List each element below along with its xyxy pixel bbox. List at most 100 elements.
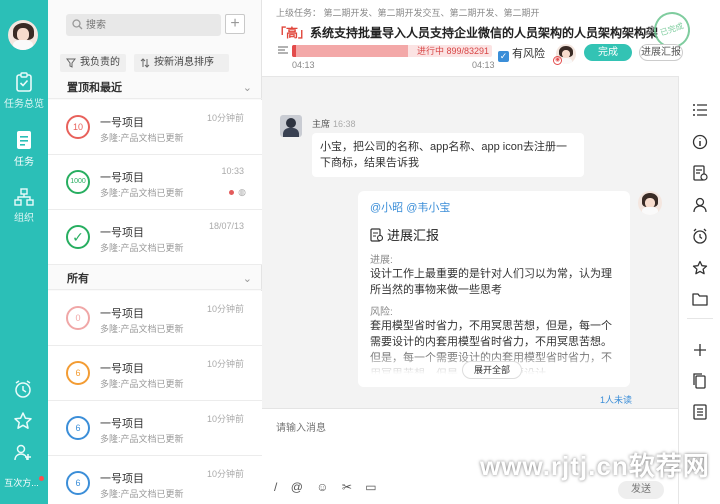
avatar: [638, 191, 662, 215]
mentions[interactable]: @小昭 @韦小宝: [370, 199, 450, 215]
my-avatar[interactable]: [638, 191, 662, 215]
risk-checkbox[interactable]: ✓ 有风险: [498, 45, 545, 62]
sender-avatar[interactable]: [280, 115, 302, 137]
folder-icon[interactable]: ▭: [365, 480, 376, 494]
progress-bar: 进行中 899/83291: [292, 45, 492, 57]
message-bubble: 小宝，把公司的名称、app名称、app icon去注册一下商标，结果告诉我: [312, 133, 584, 177]
item-subtitle: 多隆:产品文档已更新: [100, 324, 184, 334]
list-item[interactable]: 10 一号项目 多隆:产品文档已更新 10分钟前: [48, 100, 262, 155]
item-time: 10分钟前: [206, 113, 244, 123]
item-subtitle: 多隆:产品文档已更新: [100, 434, 184, 444]
report-icon: [370, 228, 384, 242]
sender-name: 主席 16:38: [312, 119, 356, 129]
item-title: 一号项目: [100, 308, 144, 320]
document-list-icon[interactable]: [692, 404, 708, 420]
mention-icon[interactable]: @: [291, 480, 303, 494]
search-box[interactable]: [66, 14, 221, 36]
item-title: 一号项目: [100, 473, 144, 485]
composer-tools: / @ ☺ ✂ ▭: [274, 479, 387, 494]
nav-item-tasks[interactable]: 任务: [0, 130, 48, 168]
time-end: 04:13: [472, 60, 495, 70]
progress-ring: 6: [66, 416, 90, 440]
filter-mine-label: 我负责的: [80, 57, 120, 68]
task-title: 「高」系统支持批量导入人员支持企业微信的人员架构的人员架构架构架: [274, 24, 658, 41]
card-title: 进展汇报: [370, 225, 439, 244]
copy-icon[interactable]: [692, 373, 708, 389]
priority-tag: 「高」: [274, 26, 311, 40]
clipboard-check-icon: [16, 72, 32, 92]
emoji-icon[interactable]: ☺: [316, 480, 328, 494]
task-list-panel: + 我负责的 按新消息排序 置顶和最近⌄ 10一号项目多隆:产品文档已更新10分…: [48, 0, 262, 504]
menu-icon[interactable]: [278, 45, 288, 55]
card-progress-label: 进展:: [370, 255, 393, 266]
folder-icon[interactable]: [692, 291, 708, 307]
nav-item-org[interactable]: 组织: [0, 188, 48, 224]
document-icon: [17, 131, 31, 149]
alarm-clock-icon[interactable]: [692, 228, 708, 244]
info-icon[interactable]: [692, 134, 708, 150]
nav-item-overview[interactable]: 任务总览: [0, 72, 48, 110]
task-title-text: 系统支持批量导入人员支持企业微信的人员架构的人员架构架构架: [310, 26, 659, 40]
list-item[interactable]: 6 一号项目 多隆:产品文档已更新 10分钟前: [48, 346, 262, 401]
search-icon: [72, 19, 83, 30]
progress-ring: 6: [66, 361, 90, 385]
list-icon[interactable]: [692, 102, 708, 118]
chevron-down-icon: ⌄: [242, 82, 252, 94]
alarm-clock-icon[interactable]: [13, 379, 33, 399]
message-time: 16:38: [333, 119, 356, 129]
filter-icon: [66, 58, 76, 68]
person-icon[interactable]: [692, 197, 708, 213]
item-title: 一号项目: [100, 172, 144, 184]
item-title: 一号项目: [100, 117, 144, 129]
item-time: 10分钟前: [206, 469, 244, 479]
filter-mine[interactable]: 我负责的: [60, 54, 126, 72]
workspace-label: 互次方...: [4, 478, 39, 488]
breadcrumb[interactable]: 上级任务： 第二期开发、第二期开发交互、第二期开发、第二期开: [276, 6, 540, 19]
progress-ring: 1000: [66, 170, 90, 194]
user-add-icon[interactable]: [13, 443, 33, 463]
list-item[interactable]: 1000 一号项目 多隆:产品文档已更新 10:33 ◍: [48, 155, 262, 210]
sort-icon: [140, 58, 150, 68]
unread-count[interactable]: 1人未读: [600, 393, 632, 406]
item-time: 10分钟前: [206, 359, 244, 369]
owner-avatar[interactable]: ◉: [553, 44, 576, 65]
chat-area[interactable]: 主席 16:38 小宝，把公司的名称、app名称、app icon去注册一下商标，…: [262, 76, 678, 408]
item-subtitle: 多隆:产品文档已更新: [100, 489, 184, 499]
add-task-button[interactable]: +: [225, 14, 245, 34]
workspace-switcher[interactable]: 互次方...: [0, 476, 48, 489]
unread-dot: [229, 190, 234, 195]
scissors-icon[interactable]: ✂: [342, 480, 352, 494]
task-detail: 上级任务： 第二期开发、第二期开发交互、第二期开发、第二期开 「高」系统支持批量…: [262, 0, 695, 504]
nav-label-tasks: 任务: [14, 157, 34, 168]
left-nav: 任务总览 任务 组织 互次方...: [0, 0, 48, 504]
mute-icon: ◍: [238, 187, 246, 197]
star-icon[interactable]: [13, 411, 33, 431]
section-pinned-label: 置顶和最近: [67, 82, 122, 94]
list-item[interactable]: 6 一号项目 多隆:产品文档已更新 10分钟前: [48, 401, 262, 456]
progress-text: 进行中 899/83291: [416, 46, 489, 56]
user-avatar[interactable]: [8, 20, 38, 50]
section-pinned[interactable]: 置顶和最近 ⌄: [48, 77, 262, 99]
item-title: 一号项目: [100, 227, 144, 239]
progress-report-button[interactable]: 进展汇报: [639, 44, 683, 61]
search-input[interactable]: [86, 17, 216, 33]
item-time: 10:33: [221, 166, 244, 176]
progress-ring: 10: [66, 115, 90, 139]
plus-icon[interactable]: [692, 342, 708, 358]
slash-command-icon[interactable]: /: [274, 480, 277, 494]
expand-all-button[interactable]: 展开全部: [462, 361, 522, 379]
file-check-icon[interactable]: [692, 165, 708, 181]
list-item[interactable]: 6 一号项目 多隆:产品文档已更新 10分钟前: [48, 456, 262, 504]
filter-sort[interactable]: 按新消息排序: [134, 54, 229, 72]
item-title: 一号项目: [100, 363, 144, 375]
star-icon[interactable]: [692, 260, 708, 276]
list-item[interactable]: 0 一号项目 多隆:产品文档已更新 10分钟前: [48, 291, 262, 346]
nav-label-overview: 任务总览: [4, 99, 44, 110]
send-button[interactable]: 发送: [618, 481, 664, 499]
item-time: 10分钟前: [206, 414, 244, 424]
list-item[interactable]: ✓ 一号项目 多隆:产品文档已更新 18/07/13: [48, 210, 262, 265]
section-all[interactable]: 所有 ⌄: [48, 268, 262, 290]
org-chart-icon: [14, 188, 34, 206]
progress-report-card: @小昭 @韦小宝 进展汇报 进展: 设计工作上最重要的是针对人们习以为常，认为理…: [358, 191, 630, 387]
complete-button[interactable]: 完成: [584, 44, 632, 61]
